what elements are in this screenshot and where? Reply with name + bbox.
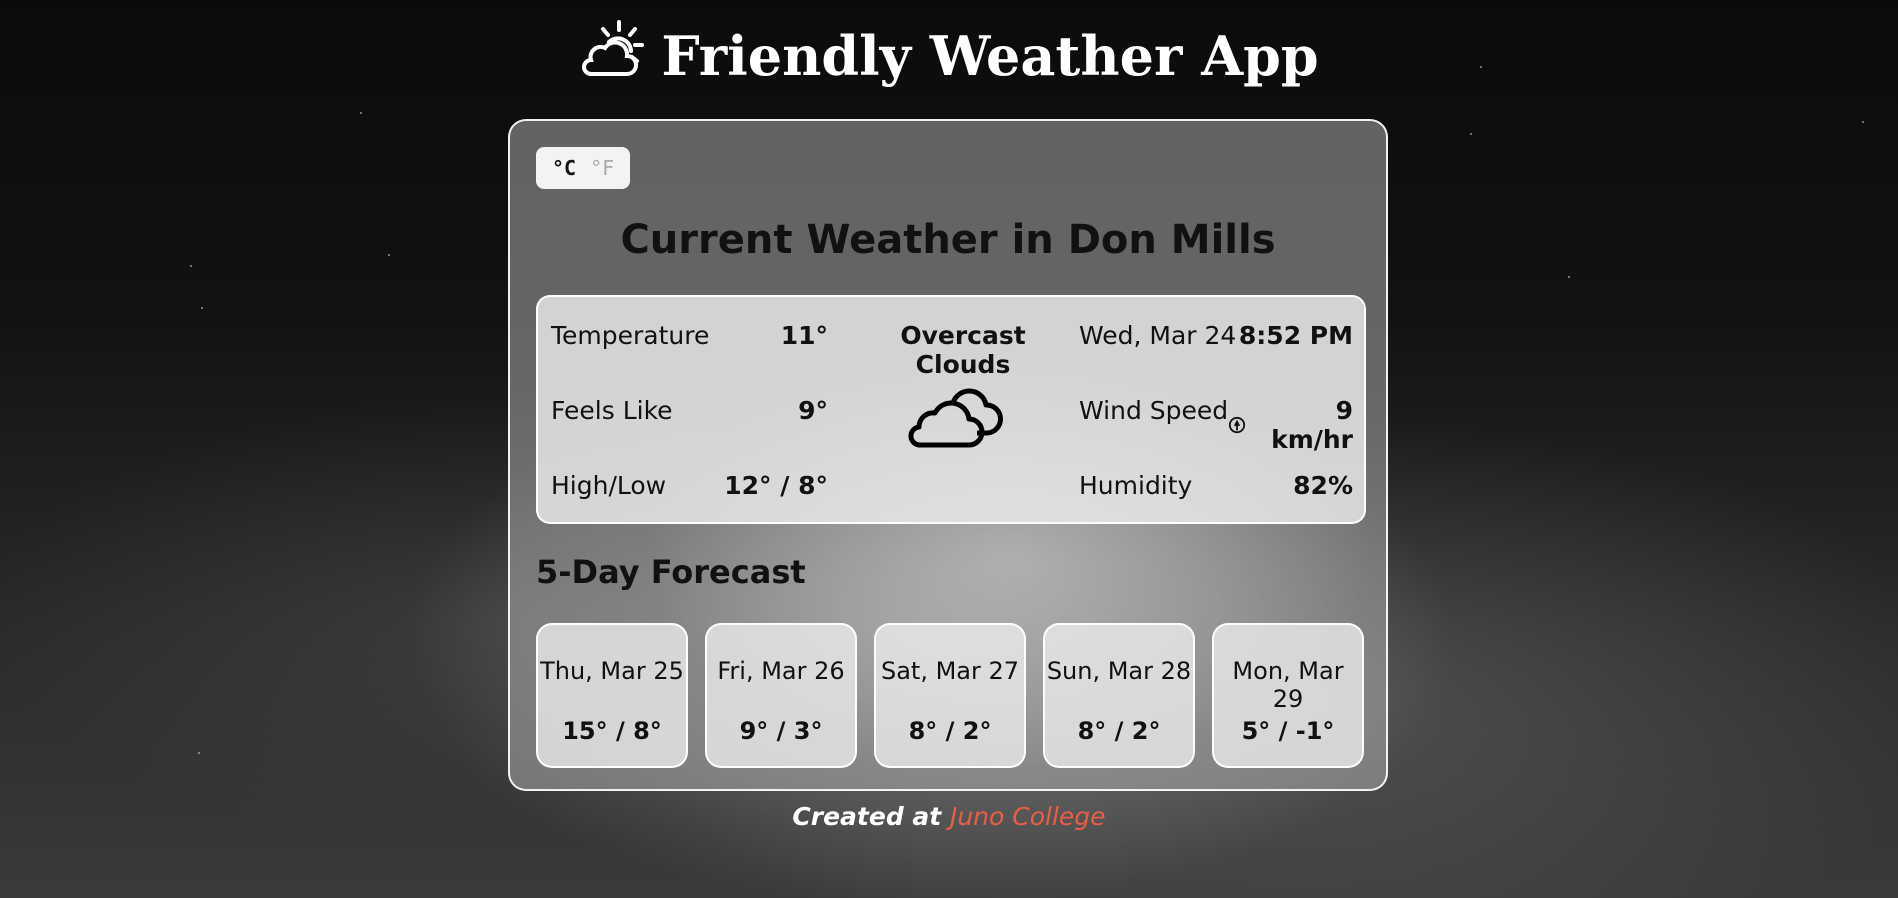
wind-speed-value: 9 km/hr [1228, 396, 1353, 454]
high-low-value: 12° / 8° [724, 471, 828, 500]
forecast-temps: 8° / 2° [908, 717, 992, 745]
cloud-icon [907, 381, 1003, 451]
star-dot [201, 307, 203, 309]
forecast-date: Sat, Mar 27 [880, 657, 1020, 685]
current-weather-panel: Temperature 11° Feels Like 9° High/Low 1… [536, 295, 1366, 524]
condition-description: Overcast Clouds [900, 321, 1026, 379]
high-low-label: High/Low [551, 471, 667, 500]
forecast-temps: 15° / 8° [562, 717, 662, 745]
forecast-date: Sun, Mar 28 [1046, 657, 1192, 685]
star-dot [388, 254, 390, 256]
feels-like-value: 9° [798, 396, 828, 425]
current-weather-heading: Current Weather in Don Mills [620, 217, 1276, 263]
wind-speed-text: 9 km/hr [1271, 396, 1353, 454]
wind-speed-label: Wind Speed [1079, 396, 1229, 425]
forecast-heading: 5-Day Forecast [536, 553, 806, 591]
humidity-value: 82% [1293, 471, 1353, 500]
forecast-temps: 9° / 3° [739, 717, 823, 745]
star-dot [360, 112, 362, 114]
app-header: Friendly Weather App [0, 18, 1898, 93]
fahrenheit-option[interactable]: °F [590, 156, 614, 180]
star-dot [198, 752, 200, 754]
star-dot [1862, 121, 1864, 123]
wind-direction-icon [1228, 411, 1246, 440]
forecast-date: Mon, Mar 29 [1232, 657, 1344, 713]
temperature-value: 11° [780, 321, 828, 350]
forecast-date: Thu, Mar 25 [540, 657, 684, 685]
footer-credit: Created at Juno College [0, 802, 1898, 831]
forecast-day-card: Fri, Mar 26 9° / 3° [705, 623, 857, 768]
forecast-day-card: Sat, Mar 27 8° / 2° [874, 623, 1026, 768]
celsius-option[interactable]: °C [552, 156, 576, 180]
weather-card: °C °F Current Weather in Don Mills Tempe… [508, 119, 1388, 791]
app-title: Friendly Weather App [661, 23, 1319, 88]
sun-behind-cloud-icon [579, 18, 647, 93]
forecast-temps: 8° / 2° [1077, 717, 1161, 745]
forecast-temps: 5° / -1° [1241, 717, 1335, 745]
juno-college-link[interactable]: Juno College [950, 802, 1106, 831]
footer-prefix: Created at [792, 802, 942, 831]
forecast-day-card: Mon, Mar 29 5° / -1° [1212, 623, 1364, 768]
feels-like-label: Feels Like [551, 396, 673, 425]
star-dot [190, 265, 192, 267]
forecast-day-card: Thu, Mar 25 15° / 8° [536, 623, 688, 768]
forecast-day-card: Sun, Mar 28 8° / 2° [1043, 623, 1195, 768]
current-date: Wed, Mar 24 [1079, 321, 1237, 350]
forecast-date: Fri, Mar 26 [717, 657, 845, 685]
humidity-label: Humidity [1079, 471, 1193, 500]
unit-toggle[interactable]: °C °F [536, 147, 630, 189]
star-dot [1568, 276, 1570, 278]
star-dot [1470, 133, 1472, 135]
temperature-label: Temperature [551, 321, 710, 350]
current-time: 8:52 PM [1238, 321, 1353, 350]
